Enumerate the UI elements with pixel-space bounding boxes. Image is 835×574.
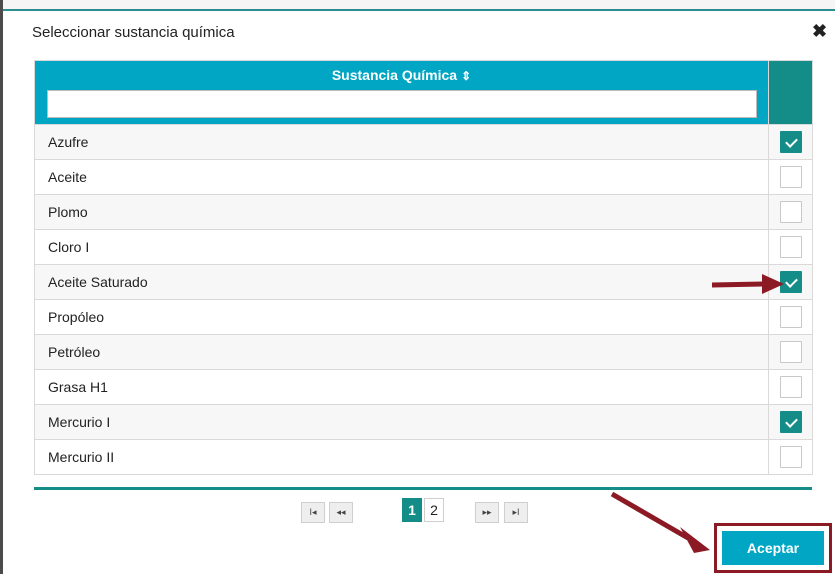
accept-button[interactable]: Aceptar xyxy=(722,531,824,565)
annotation-arrow-accept xyxy=(610,491,710,553)
accept-highlight: Aceptar xyxy=(714,523,832,573)
